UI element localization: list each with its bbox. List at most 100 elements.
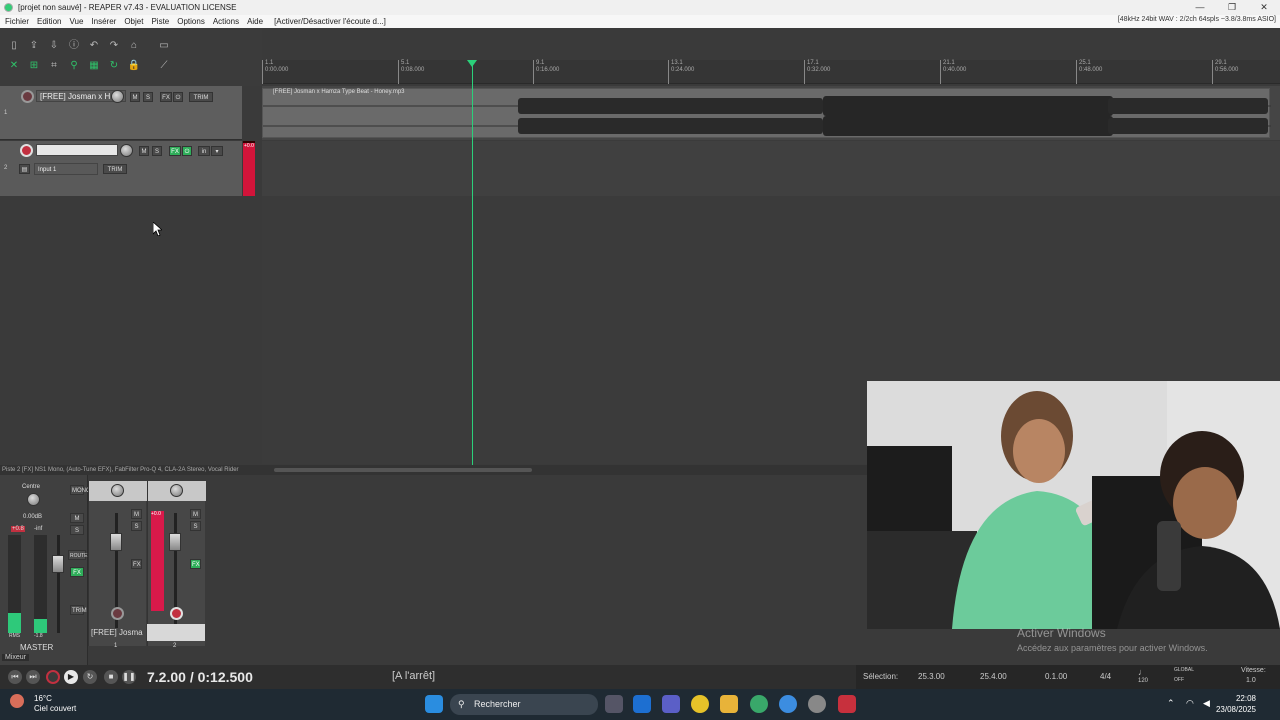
new-project-icon[interactable]: ▯ <box>7 40 21 52</box>
track-2-header[interactable]: 2 M S FX ⏻ in ▾ ▤ Input 1 TRIM <box>0 141 242 196</box>
menu-edition[interactable]: Edition <box>37 17 61 26</box>
selection-start[interactable]: 25.3.00 <box>918 672 945 681</box>
input-monitor-button[interactable]: in <box>198 146 210 156</box>
play-cursor-marker[interactable] <box>467 60 477 67</box>
grid-icon[interactable]: ▦ <box>87 60 101 72</box>
envelope-icon[interactable]: ⟋ <box>157 60 171 72</box>
volume-icon[interactable]: ◀ <box>1203 698 1210 709</box>
project-settings-icon[interactable]: ⓘ <box>67 40 81 52</box>
outlook-icon[interactable] <box>633 695 651 713</box>
master-mono-button[interactable]: MONO <box>70 485 91 495</box>
audio-device-status[interactable]: [48kHz 24bit WAV : 2/2ch 64spls ~3.8/3.8… <box>1118 16 1276 23</box>
mute-button[interactable]: M <box>130 92 140 102</box>
pause-button[interactable]: ❚❚ <box>122 670 136 684</box>
mixer-strip-1[interactable]: M S FX <box>88 481 147 646</box>
time-position-readout[interactable]: 7.2.00 / 0:12.500 <box>147 669 253 685</box>
master-fx-button[interactable]: FX <box>70 567 84 577</box>
media-item[interactable]: [FREE] Josman x Hamza Type Beat - Honey.… <box>262 88 1271 138</box>
show-hidden-icons[interactable]: ⌃ <box>1167 698 1175 709</box>
fx-bypass-button[interactable]: ⏻ <box>173 92 183 102</box>
menu-piste[interactable]: Piste <box>151 17 169 26</box>
windows-start-icon[interactable] <box>425 695 443 713</box>
strip-2-solo-button[interactable]: S <box>190 521 201 531</box>
weather-widget[interactable]: 16°C Ciel couvert <box>10 694 76 714</box>
trim-button[interactable]: TRIM <box>103 164 127 174</box>
maximize-button[interactable]: ❐ <box>1216 0 1248 15</box>
selection-end[interactable]: 25.4.00 <box>980 672 1007 681</box>
go-to-end-icon[interactable]: ⏭ <box>26 670 40 684</box>
browser-icon[interactable] <box>779 695 797 713</box>
strip-1-solo-button[interactable]: S <box>131 521 142 531</box>
teams-icon[interactable] <box>662 695 680 713</box>
solo-button[interactable]: S <box>152 146 162 156</box>
master-solo-button[interactable]: S <box>70 525 84 535</box>
menu-options[interactable]: Options <box>177 17 205 26</box>
master-pan-knob[interactable] <box>27 493 40 506</box>
solo-button[interactable]: S <box>143 92 153 102</box>
strip-1-pan-knob[interactable] <box>111 484 124 497</box>
strip-2-name[interactable] <box>147 624 205 641</box>
wifi-icon[interactable]: ◠ <box>1186 698 1194 709</box>
volume-knob[interactable] <box>120 144 133 157</box>
strip-1-pan-area[interactable] <box>89 481 147 501</box>
redo-icon[interactable]: ↷ <box>107 40 121 52</box>
system-clock[interactable]: 22:08 23/08/2025 <box>1216 693 1256 715</box>
undo-icon[interactable]: ↶ <box>87 40 101 52</box>
selection-length[interactable]: 0.1.00 <box>1045 672 1067 681</box>
menu-vue[interactable]: Vue <box>69 17 83 26</box>
menu-actions[interactable]: Actions <box>213 17 239 26</box>
track-name[interactable] <box>36 144 118 156</box>
taskbar-search[interactable]: ⚲ Rechercher <box>450 694 598 715</box>
mixer-strip-2[interactable]: +0.0 M S FX <box>147 481 206 646</box>
strip-2-fx-button[interactable]: FX <box>190 559 201 569</box>
metronome-icon[interactable]: ⌂ <box>127 40 141 52</box>
master-route-button[interactable]: ROUTE <box>68 550 88 560</box>
close-button[interactable]: ✕ <box>1248 0 1280 15</box>
scrollbar-thumb[interactable] <box>274 468 532 472</box>
strip-1-fx-button[interactable]: FX <box>131 559 142 569</box>
master-mute-button[interactable]: M <box>70 513 84 523</box>
fx-button[interactable]: FX <box>169 146 181 156</box>
task-view-icon[interactable] <box>605 695 623 713</box>
input-select[interactable]: Input 1 <box>34 163 98 175</box>
auto-crossfade-icon[interactable]: ⚲ <box>67 60 81 72</box>
loop-icon[interactable]: ↻ <box>107 60 121 72</box>
repeat-icon[interactable]: ↻ <box>83 670 97 684</box>
track-1-header[interactable]: 1 [FREE] Josman x H M S FX ⏻ TRIM <box>0 86 242 140</box>
monitor-dropdown-icon[interactable]: ▾ <box>211 146 223 156</box>
tempo-bpm[interactable]: 120 <box>1138 678 1148 684</box>
strip-2-volume-fader[interactable] <box>169 533 181 551</box>
track-2-lane[interactable] <box>262 141 1280 196</box>
grid-snap-icon[interactable]: ✕ <box>7 60 21 72</box>
mute-button[interactable]: M <box>139 146 149 156</box>
go-to-start-icon[interactable]: ⏮ <box>8 670 22 684</box>
toggle-monitoring-action[interactable]: [Activer/Désactiver l'écoute d...] <box>274 17 386 26</box>
red-app-icon[interactable] <box>838 695 856 713</box>
menu-fichier[interactable]: Fichier <box>5 17 29 26</box>
record-mode-icon[interactable]: ▤ <box>19 164 30 174</box>
grouping-icon[interactable]: ⌗ <box>47 60 61 72</box>
ripple-edit-icon[interactable]: ⊞ <box>27 60 41 72</box>
strip-2-mute-button[interactable]: M <box>190 509 201 519</box>
menu-aide[interactable]: Aide <box>247 17 263 26</box>
playrate-value[interactable]: 1.0 <box>1246 677 1256 684</box>
preferences-icon[interactable]: ▭ <box>157 40 171 52</box>
fx-button[interactable]: FX <box>160 92 172 102</box>
lock-icon[interactable]: 🔒 <box>127 60 141 72</box>
strip-2-pan-knob[interactable] <box>170 484 183 497</box>
strip-2-pan-area[interactable] <box>148 481 206 501</box>
record-button[interactable] <box>46 670 60 684</box>
trim-button[interactable]: TRIM <box>189 92 213 102</box>
strip-1-name[interactable]: [FREE] Josma <box>88 628 143 637</box>
mixer-tab[interactable]: Mixeur <box>2 654 30 661</box>
master-volume-fader[interactable] <box>52 555 64 573</box>
minimize-button[interactable]: — <box>1184 0 1216 15</box>
open-project-icon[interactable]: ⇪ <box>27 40 41 52</box>
record-arm-button[interactable] <box>21 90 34 103</box>
playrate-global-toggle[interactable]: OFF <box>1174 677 1184 683</box>
chrome-icon[interactable] <box>691 695 709 713</box>
time-signature[interactable]: 4/4 <box>1100 672 1111 681</box>
volume-knob[interactable] <box>111 90 124 103</box>
strip-1-record-arm[interactable] <box>111 607 124 620</box>
app-icon[interactable] <box>808 695 826 713</box>
